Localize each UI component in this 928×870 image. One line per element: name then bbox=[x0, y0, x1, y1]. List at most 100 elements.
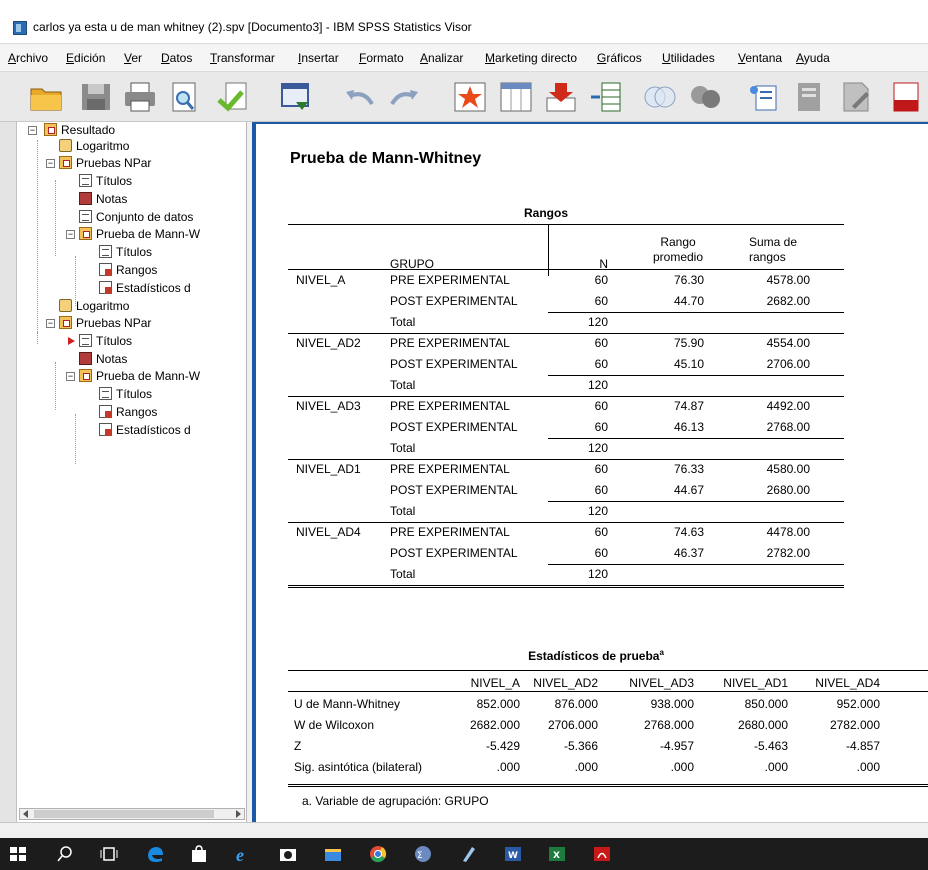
menu-datos[interactable]: Datos bbox=[161, 51, 192, 65]
menu-ver[interactable]: Ver bbox=[124, 51, 142, 65]
outline-item-mann-whitney[interactable]: Prueba de Mann-W bbox=[79, 368, 200, 384]
pdf-icon[interactable] bbox=[888, 80, 924, 114]
ranks-cell-mean: 44.67 bbox=[673, 483, 704, 497]
stats-column-header: NIVEL_AD4 bbox=[815, 676, 880, 690]
outline-item-notas[interactable]: Notas bbox=[79, 351, 127, 367]
outline-item-notas[interactable]: Notas bbox=[79, 191, 127, 207]
ranks-cell-group: POST EXPERIMENTAL bbox=[390, 546, 518, 560]
notes-icon bbox=[79, 192, 92, 205]
stats-cell: -5.366 bbox=[563, 739, 598, 753]
outline-tree[interactable]: − Resultado Logaritmo − Pruebas NPar Tít… bbox=[17, 122, 247, 822]
ranks-header-rango-2: promedio bbox=[652, 250, 704, 264]
ranks-total-rule bbox=[548, 564, 844, 565]
outline-item-titulos[interactable]: Títulos bbox=[79, 333, 132, 349]
outline-item-titulos[interactable]: Títulos bbox=[99, 386, 152, 402]
menu-archivo[interactable]: Archivo bbox=[8, 51, 48, 65]
menu-insertar[interactable]: Insertar bbox=[298, 51, 339, 65]
ranks-cell-n: 120 bbox=[587, 378, 608, 392]
word-icon[interactable]: W bbox=[503, 845, 523, 863]
outline-item-logaritmo[interactable]: Logaritmo bbox=[59, 138, 129, 154]
result-icon bbox=[79, 227, 92, 240]
menu-ayuda[interactable]: Ayuda bbox=[796, 51, 830, 65]
undo-icon[interactable] bbox=[342, 80, 378, 114]
stats-row-label: U de Mann-Whitney bbox=[294, 697, 401, 711]
insert-output-icon[interactable] bbox=[838, 80, 874, 114]
menu-marketing[interactable]: Marketing directo bbox=[485, 51, 577, 65]
scroll-left-icon[interactable] bbox=[23, 810, 28, 818]
venn-icon[interactable] bbox=[642, 80, 678, 114]
variables-icon[interactable] bbox=[588, 80, 624, 114]
file-explorer-icon[interactable] bbox=[323, 845, 343, 863]
ie-icon[interactable]: e bbox=[234, 845, 254, 863]
ranks-cell-group: POST EXPERIMENTAL bbox=[390, 483, 518, 497]
camera-icon[interactable] bbox=[278, 845, 298, 863]
outline-root[interactable]: Resultado bbox=[44, 122, 115, 138]
stats-cell: 876.000 bbox=[554, 697, 598, 711]
search-icon[interactable] bbox=[55, 845, 75, 863]
current-item-arrow-icon bbox=[68, 337, 75, 345]
goto-variable-icon[interactable] bbox=[543, 80, 579, 114]
ranks-cell-n: 60 bbox=[594, 273, 608, 287]
circles-icon[interactable] bbox=[688, 80, 724, 114]
task-view-icon[interactable] bbox=[99, 845, 119, 863]
menu-utilidades[interactable]: Utilidades bbox=[662, 51, 715, 65]
print-icon[interactable] bbox=[122, 80, 158, 114]
outline-item-rangos[interactable]: Rangos bbox=[99, 404, 157, 420]
outline-item-estadisticos[interactable]: Estadísticos d bbox=[99, 422, 191, 438]
collapse-toggle[interactable]: − bbox=[28, 126, 37, 135]
outline-item-titulos[interactable]: Títulos bbox=[99, 244, 152, 260]
outline-item-rangos[interactable]: Rangos bbox=[99, 262, 157, 278]
acrobat-icon[interactable] bbox=[592, 845, 612, 863]
outline-item-estadisticos[interactable]: Estadísticos d bbox=[99, 280, 191, 296]
designate-icon[interactable] bbox=[792, 80, 828, 114]
outline-item-mann-whitney[interactable]: Prueba de Mann-W bbox=[79, 226, 200, 242]
recall-dialog-icon[interactable] bbox=[278, 80, 314, 114]
menu-analizar[interactable]: Analizar bbox=[420, 51, 463, 65]
stats-cell: 938.000 bbox=[650, 697, 694, 711]
menu-formato[interactable]: Formato bbox=[359, 51, 404, 65]
outline-item-titulos[interactable]: Títulos bbox=[79, 173, 132, 189]
spelling-icon[interactable] bbox=[746, 80, 782, 114]
outline-item-conjunto-datos[interactable]: Conjunto de datos bbox=[79, 209, 193, 225]
edge-icon[interactable] bbox=[145, 845, 165, 863]
collapse-toggle[interactable]: − bbox=[46, 319, 55, 328]
export-icon[interactable] bbox=[216, 80, 252, 114]
menu-transformar[interactable]: Transformar bbox=[210, 51, 275, 65]
redo-icon[interactable] bbox=[386, 80, 422, 114]
outline-item-pruebas-npar[interactable]: Pruebas NPar bbox=[59, 315, 151, 331]
excel-icon[interactable]: X bbox=[547, 845, 567, 863]
ranks-cell-mean: 46.13 bbox=[673, 420, 704, 434]
menu-graficos[interactable]: Gráficos bbox=[597, 51, 642, 65]
outline-item-pruebas-npar[interactable]: Pruebas NPar bbox=[59, 155, 151, 171]
save-icon[interactable] bbox=[78, 80, 114, 114]
output-pane[interactable]: Prueba de Mann-Whitney Rangos GRUPO N Ra… bbox=[252, 122, 928, 822]
outline-horizontal-scrollbar[interactable] bbox=[19, 808, 245, 820]
print-preview-icon[interactable] bbox=[166, 80, 202, 114]
pen-icon[interactable] bbox=[458, 845, 478, 863]
stats-cell: .000 bbox=[496, 760, 520, 774]
goto-data-icon[interactable] bbox=[452, 80, 488, 114]
spss-icon[interactable]: Σ bbox=[413, 845, 433, 863]
ranks-cell-n: 60 bbox=[594, 399, 608, 413]
result-icon bbox=[59, 316, 72, 329]
stats-footnote: a. Variable de agrupación: GRUPO bbox=[302, 794, 489, 808]
goto-case-icon[interactable] bbox=[498, 80, 534, 114]
scroll-right-icon[interactable] bbox=[236, 810, 241, 818]
menu-edicion[interactable]: Edición bbox=[66, 51, 105, 65]
chrome-icon[interactable] bbox=[368, 845, 388, 863]
result-icon bbox=[59, 156, 72, 169]
windows-start-icon[interactable] bbox=[8, 845, 28, 863]
stats-header-rule bbox=[288, 691, 928, 692]
outline-item-logaritmo[interactable]: Logaritmo bbox=[59, 298, 129, 314]
windows-taskbar: e Σ W X bbox=[0, 838, 928, 870]
ranks-group-rule bbox=[288, 396, 844, 397]
collapse-toggle[interactable]: − bbox=[66, 372, 75, 381]
collapse-toggle[interactable]: − bbox=[66, 230, 75, 239]
store-icon[interactable] bbox=[189, 845, 209, 863]
collapse-toggle[interactable]: − bbox=[46, 159, 55, 168]
stats-cell: 850.000 bbox=[744, 697, 788, 711]
scroll-thumb[interactable] bbox=[34, 810, 214, 818]
svg-text:X: X bbox=[553, 851, 560, 861]
open-folder-icon[interactable] bbox=[28, 80, 64, 114]
menu-ventana[interactable]: Ventana bbox=[738, 51, 782, 65]
